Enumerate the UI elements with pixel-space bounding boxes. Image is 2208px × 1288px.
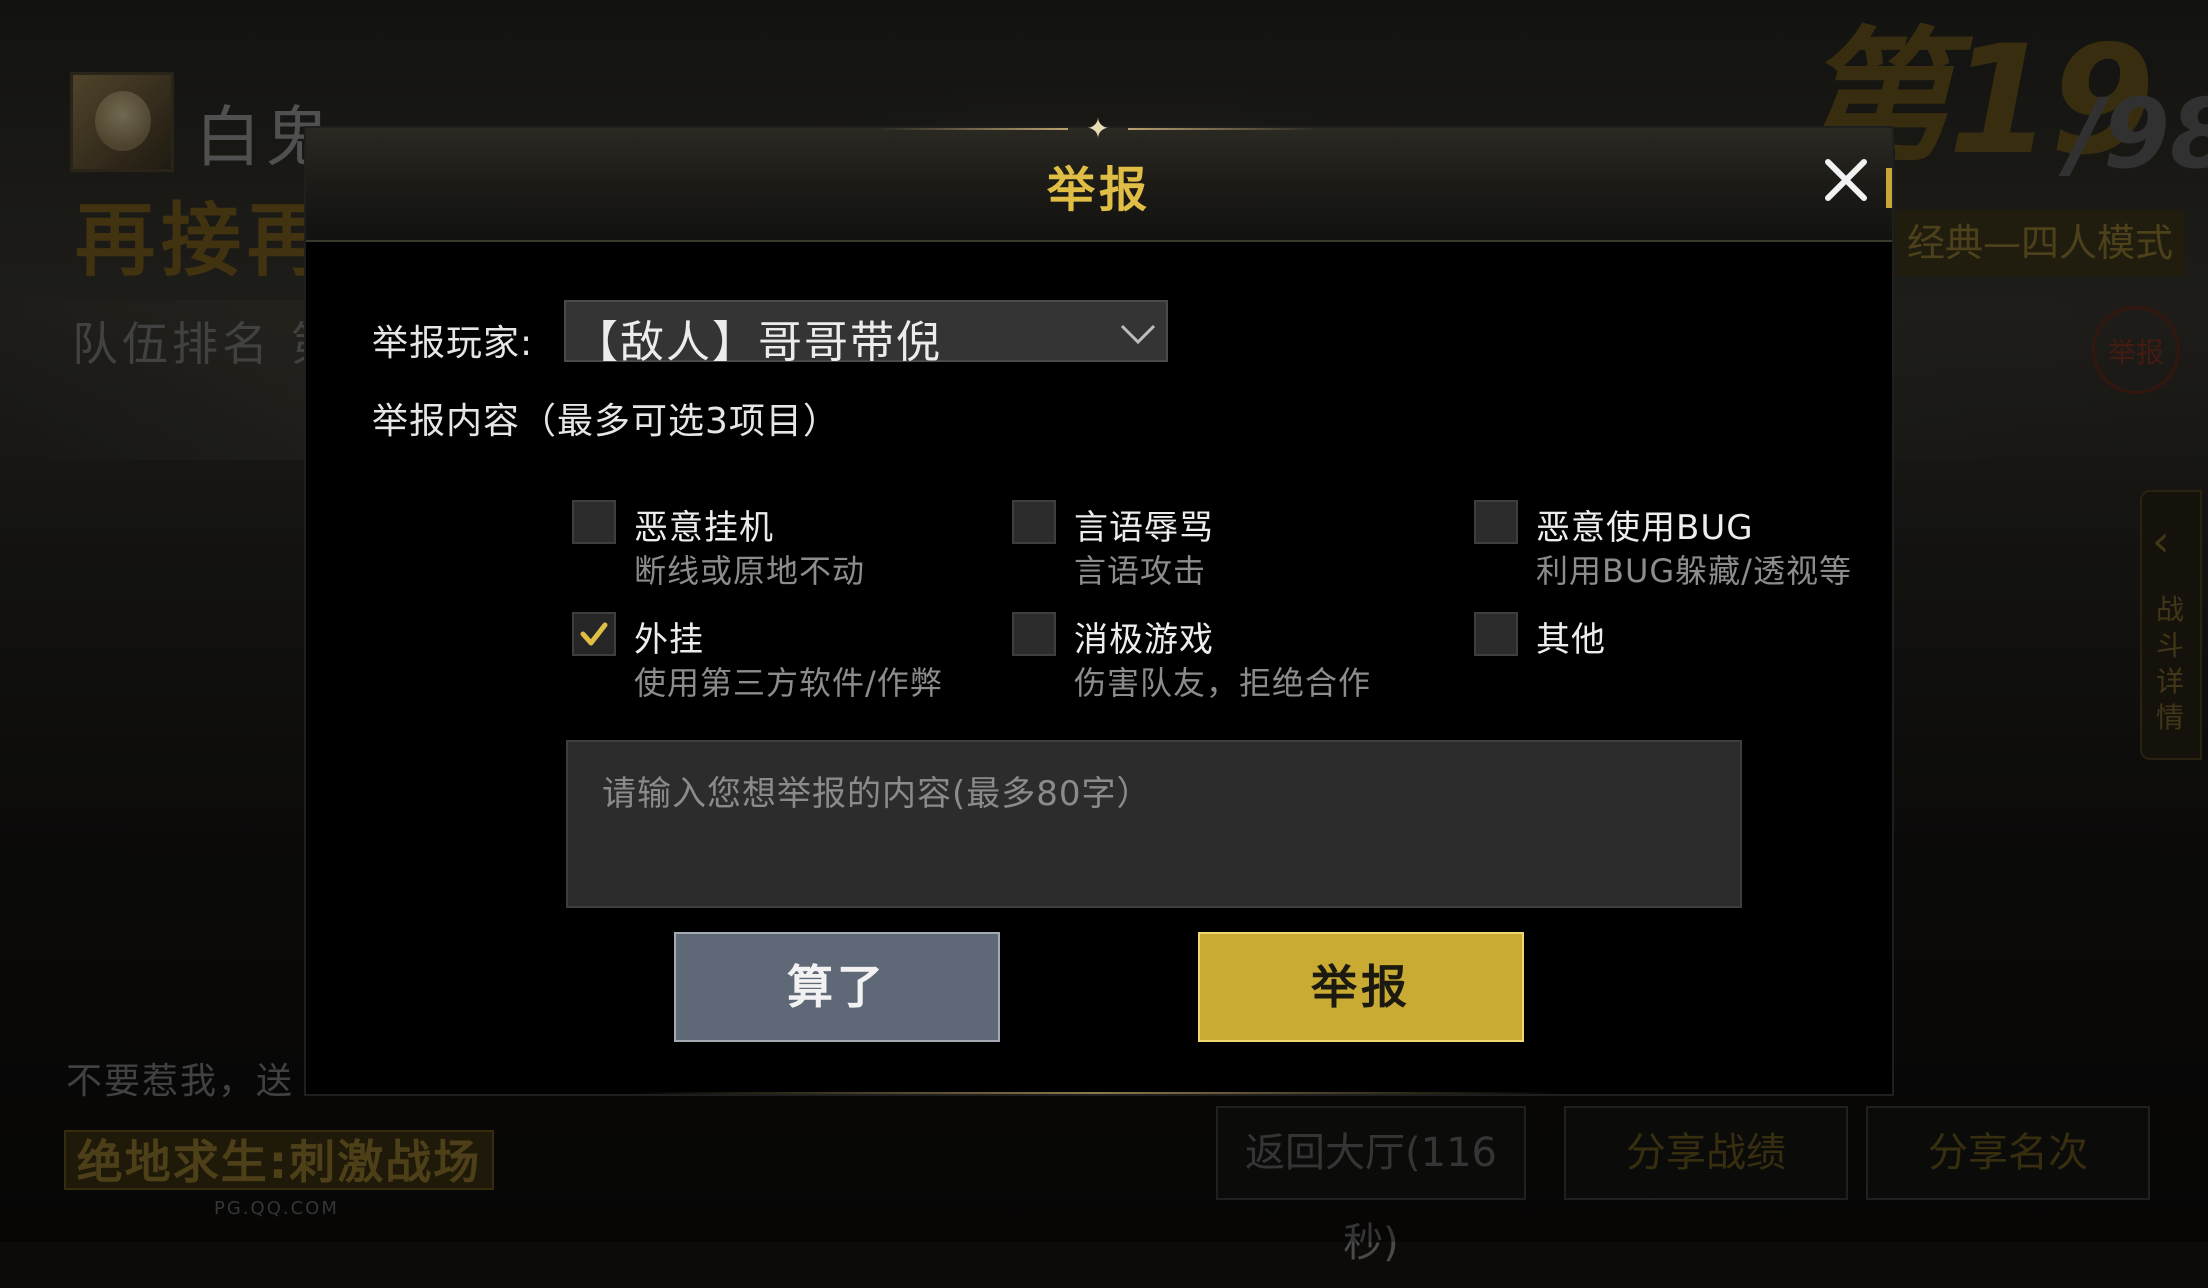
option-checkbox-checked[interactable] xyxy=(572,612,616,656)
report-details-input[interactable]: 请输入您想举报的内容(最多80字） xyxy=(566,740,1742,908)
dialog-title: 举报 xyxy=(1046,162,1151,218)
option-checkbox[interactable] xyxy=(1474,500,1518,544)
option-title: 恶意挂机 xyxy=(634,508,774,548)
option-description: 断线或原地不动 xyxy=(634,552,866,590)
checkmark-icon xyxy=(580,622,608,646)
chevron-down-icon xyxy=(1120,324,1156,345)
option-title: 消极游戏 xyxy=(1074,620,1214,660)
option-checkbox[interactable] xyxy=(572,500,616,544)
dialog-header: ✦ 举报 xyxy=(306,114,1892,242)
dialog-bottom-glow xyxy=(626,1092,1566,1094)
option-description: 伤害队友，拒绝合作 xyxy=(1074,664,1372,702)
option-description: 利用BUG躲藏/透视等 xyxy=(1536,552,1852,590)
header-ornament: ✦ xyxy=(878,114,1318,144)
selected-player: 【敌人】哥哥带倪 xyxy=(574,317,942,368)
cancel-button[interactable]: 算了 xyxy=(674,932,1000,1042)
report-player-select[interactable]: 【敌人】哥哥带倪 xyxy=(564,300,1168,368)
option-description: 使用第三方软件/作弊 xyxy=(634,664,943,702)
option-title: 恶意使用BUG xyxy=(1536,508,1754,548)
option-checkbox[interactable] xyxy=(1012,500,1056,544)
star-icon: ✦ xyxy=(1086,112,1110,145)
report-player-label: 举报玩家: xyxy=(372,323,534,364)
report-details-placeholder: 请输入您想举报的内容(最多80字） xyxy=(602,774,1152,814)
submit-report-button[interactable]: 举报 xyxy=(1198,932,1524,1042)
option-title: 其他 xyxy=(1536,620,1606,660)
option-checkbox[interactable] xyxy=(1012,612,1056,656)
option-description: 言语攻击 xyxy=(1074,552,1207,590)
close-button[interactable] xyxy=(1816,150,1876,210)
report-dialog: ✦ 举报 举报玩家: 【敌人】哥哥带倪 举报内容（最多可选3项目） 恶意挂机 断… xyxy=(306,114,1892,1094)
option-title: 外挂 xyxy=(634,620,704,660)
option-checkbox[interactable] xyxy=(1474,612,1518,656)
header-accent xyxy=(1886,168,1892,208)
report-content-label: 举报内容（最多可选3项目） xyxy=(372,401,840,442)
close-icon xyxy=(1825,159,1867,201)
option-title: 言语辱骂 xyxy=(1074,508,1214,548)
